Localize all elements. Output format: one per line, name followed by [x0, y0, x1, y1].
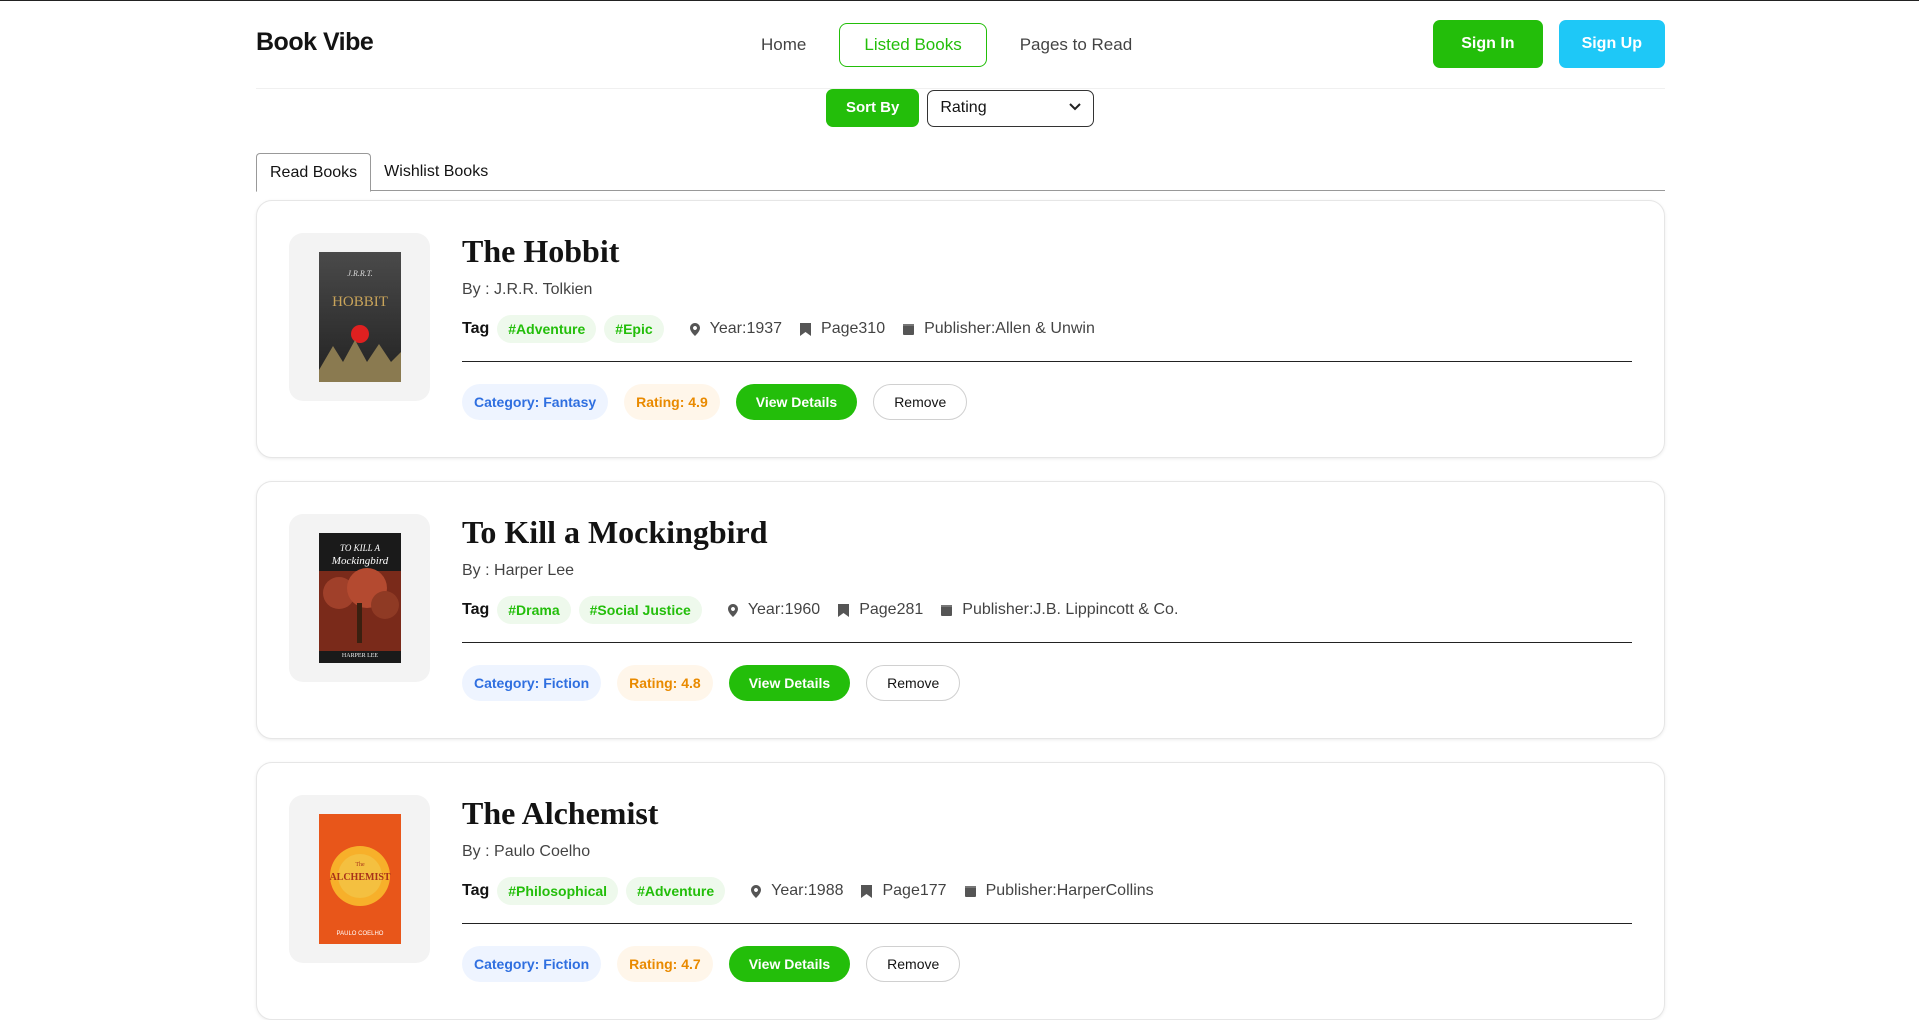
auth-buttons: Sign In Sign Up [1433, 20, 1665, 68]
book-author: By : Paulo Coelho [462, 843, 591, 860]
svg-text:J.R.R.T.: J.R.R.T. [347, 269, 372, 278]
building-icon [941, 604, 953, 616]
bookmark-icon [800, 322, 812, 336]
book-card: TO KILL A Mockingbird HARPER LEE To Kill a… [256, 481, 1665, 739]
book-publisher: Publisher: Allen & Unwin [903, 320, 1095, 338]
tab-read-books[interactable]: Read Books [256, 153, 372, 192]
book-actions: Category: Fiction Rating: 4.7 View Detai… [462, 946, 1632, 982]
rating-badge: Rating: 4.9 [624, 384, 720, 420]
book-cover-frame: J.R.R.T. HOBBIT [289, 233, 430, 401]
remove-button[interactable]: Remove [866, 665, 961, 701]
book-card: J.R.R.T. HOBBIT The Hobbit By : J.R.R. To… [256, 200, 1665, 458]
navbar: Book Vibe Home Listed Books Pages to Rea… [256, 0, 1665, 89]
book-publisher: Publisher: J.B. Lippincott & Co. [941, 601, 1178, 619]
svg-text:HARPER LEE: HARPER LEE [341, 653, 378, 659]
book-meta: Tag #Philosophical #Adventure Year: 1988… [462, 877, 1632, 905]
book-tag[interactable]: #Adventure [497, 315, 597, 343]
divider [462, 361, 1632, 362]
svg-text:HOBBIT: HOBBIT [332, 294, 388, 310]
book-title: The Alchemist [462, 795, 659, 831]
svg-text:ALCHEMIST: ALCHEMIST [329, 872, 390, 883]
book-title: The Hobbit [462, 233, 620, 269]
divider [462, 642, 1632, 643]
chevron-down-icon [1069, 102, 1082, 114]
book-pages: Page 310 [800, 320, 885, 338]
book-actions: Category: Fiction Rating: 4.8 View Detai… [462, 665, 1632, 701]
sort-by-button[interactable]: Sort By [826, 89, 920, 127]
nav-link-listed-books[interactable]: Listed Books [839, 23, 987, 67]
book-tag[interactable]: #Social Justice [578, 596, 702, 624]
remove-button[interactable]: Remove [873, 384, 968, 420]
sort-select[interactable]: Rating [927, 89, 1095, 127]
brand-logo[interactable]: Book Vibe [256, 28, 374, 57]
book-cover-frame: TO KILL A Mockingbird HARPER LEE [289, 514, 430, 682]
location-pin-icon [689, 322, 700, 336]
divider [462, 923, 1632, 924]
book-author: By : Harper Lee [462, 562, 575, 579]
book-publisher: Publisher: HarperCollins [964, 882, 1154, 900]
book-title: To Kill a Mockingbird [462, 514, 768, 550]
book-actions: Category: Fantasy Rating: 4.9 View Detai… [462, 384, 1632, 420]
svg-text:The: The [355, 862, 365, 868]
category-badge: Category: Fantasy [462, 384, 609, 420]
book-meta: Tag #Adventure #Epic Year: 1937 Page 310… [462, 315, 1632, 343]
svg-text:PAULO COELHO: PAULO COELHO [336, 931, 383, 937]
book-year: Year: 1960 [727, 601, 820, 619]
book-year: Year: 1937 [689, 320, 782, 338]
book-tag[interactable]: #Epic [604, 315, 664, 343]
book-card-body: The Hobbit By : J.R.R. Tolkien Tag #Adve… [462, 233, 1632, 420]
book-cover-image: TO KILL A Mockingbird HARPER LEE [318, 533, 401, 663]
book-cover-image: J.R.R.T. HOBBIT [318, 252, 401, 382]
location-pin-icon [751, 884, 762, 898]
book-tag[interactable]: #Adventure [626, 877, 726, 905]
tab-wishlist-books[interactable]: Wishlist Books [371, 153, 501, 191]
book-author: By : J.R.R. Tolkien [462, 281, 593, 298]
bookmark-icon [861, 884, 873, 898]
book-tag[interactable]: #Drama [497, 596, 571, 624]
building-icon [964, 885, 976, 897]
category-badge: Category: Fiction [462, 665, 602, 701]
book-card-body: The Alchemist By : Paulo Coelho Tag #Phi… [462, 795, 1632, 982]
book-tabs: Read Books Wishlist Books [256, 153, 1665, 192]
book-year: Year: 1988 [751, 882, 843, 900]
nav-links: Home Listed Books Pages to Read [736, 23, 1165, 67]
sign-in-button[interactable]: Sign In [1433, 20, 1543, 68]
remove-button[interactable]: Remove [866, 946, 961, 982]
rating-badge: Rating: 4.7 [617, 946, 713, 982]
book-card-body: To Kill a Mockingbird By : Harper Lee Ta… [462, 514, 1632, 701]
view-details-button[interactable]: View Details [728, 946, 851, 982]
bookmark-icon [838, 603, 850, 617]
nav-link-pages-to-read[interactable]: Pages to Read [995, 23, 1157, 67]
book-meta: Tag #Drama #Social Justice Year: 1960 Pa… [462, 596, 1632, 624]
building-icon [903, 323, 915, 335]
category-badge: Category: Fiction [462, 946, 602, 982]
rating-badge: Rating: 4.8 [617, 665, 713, 701]
tag-label: Tag [462, 601, 490, 618]
book-cover-image: ALCHEMIST The PAULO COELHO [318, 814, 401, 944]
view-details-button[interactable]: View Details [728, 665, 851, 701]
view-details-button[interactable]: View Details [735, 384, 858, 420]
book-cover-frame: ALCHEMIST The PAULO COELHO [289, 795, 430, 963]
book-pages: Page 281 [838, 601, 923, 619]
svg-text:TO KILL A: TO KILL A [339, 543, 380, 553]
book-pages: Page 177 [861, 882, 947, 900]
tag-label: Tag [462, 882, 490, 899]
sort-controls: Sort By Rating [826, 89, 1095, 127]
book-tag[interactable]: #Philosophical [497, 877, 619, 905]
svg-text:Mockingbird: Mockingbird [330, 555, 388, 567]
book-card: ALCHEMIST The PAULO COELHO The Alchemist B… [256, 762, 1665, 1020]
sort-select-value: Rating [940, 99, 987, 116]
tag-label: Tag [462, 320, 490, 337]
sign-up-button[interactable]: Sign Up [1558, 20, 1665, 68]
nav-link-home[interactable]: Home [736, 23, 831, 67]
location-pin-icon [727, 603, 738, 617]
